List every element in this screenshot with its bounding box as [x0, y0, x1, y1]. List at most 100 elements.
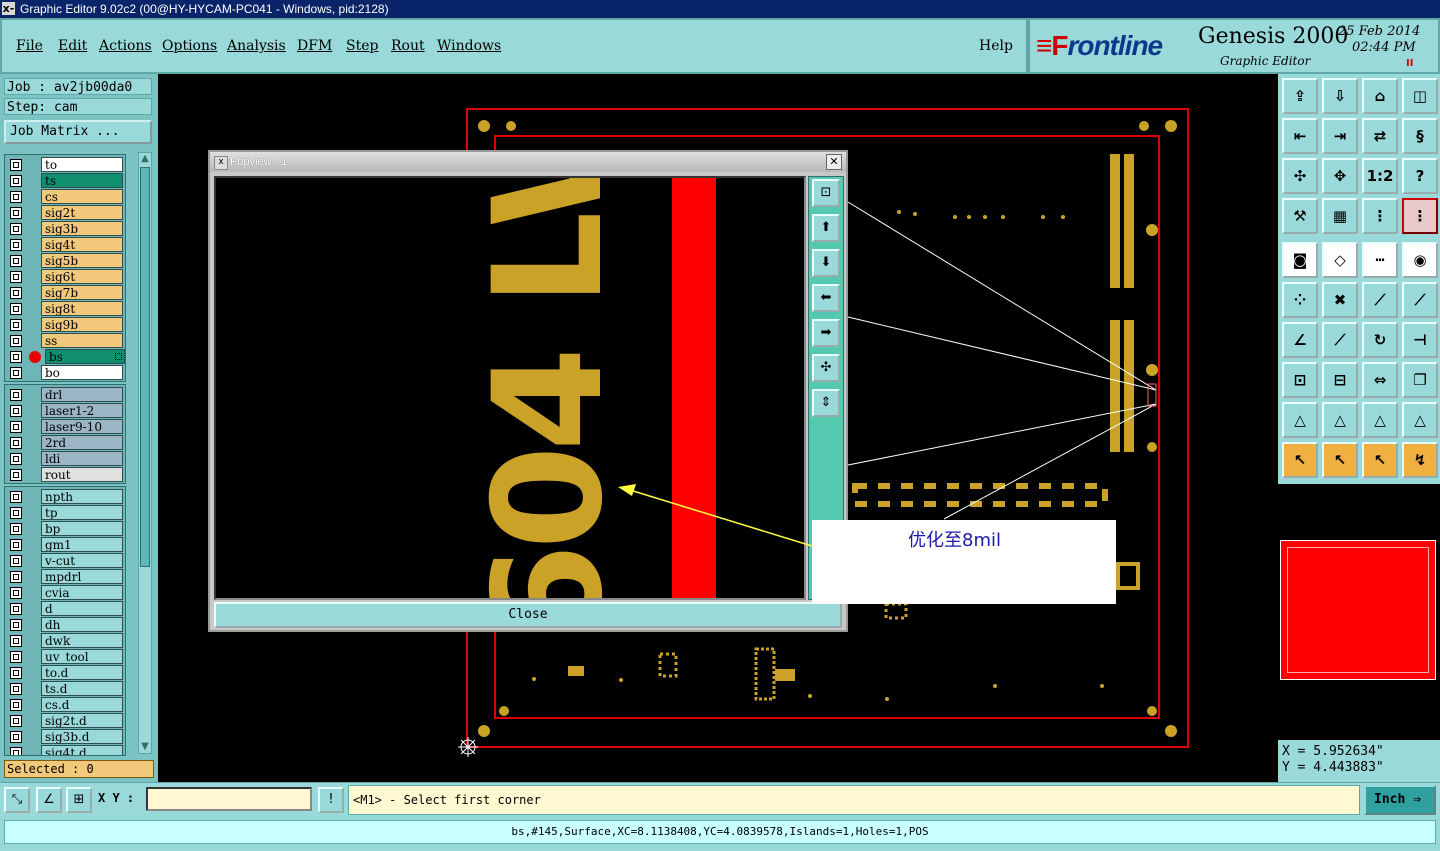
layer-checkbox[interactable]	[10, 619, 22, 631]
layer-name[interactable]: ss	[41, 333, 123, 348]
popview-window[interactable]: x Popview - 1 ✕ 604 LWA ⊡ ⬆ ⬇ ⬅ ➡ ✣ ⇕ Cl…	[208, 150, 848, 632]
delete-icon[interactable]: ✖	[1322, 282, 1358, 318]
arc-c-icon[interactable]: △	[1362, 402, 1398, 438]
layer-row-sig9b[interactable]: sig9b	[5, 317, 125, 333]
layer-checkbox[interactable]	[10, 603, 22, 615]
select-net-icon[interactable]: ↯	[1402, 442, 1438, 478]
layer-row-ts[interactable]: ts	[5, 173, 125, 189]
layer-row-laser9-10[interactable]: laser9-10	[5, 419, 125, 435]
undo-icon[interactable]: ⇤	[1282, 118, 1318, 154]
layer-checkbox[interactable]	[10, 191, 22, 203]
layer-name[interactable]: sig5b	[41, 253, 123, 268]
layer-name[interactable]: dwk	[41, 633, 123, 648]
layer-row-d[interactable]: d	[5, 601, 125, 617]
layer-name[interactable]: sig2t	[41, 205, 123, 220]
layer-row-sig6t[interactable]: sig6t	[5, 269, 125, 285]
step-icon[interactable]: §	[1402, 118, 1438, 154]
rotate-icon[interactable]: ↻	[1362, 322, 1398, 358]
scroll-thumb[interactable]	[140, 167, 150, 567]
layer-name[interactable]: v-cut	[41, 553, 123, 568]
snap-icon[interactable]: ⋮	[1362, 198, 1398, 234]
select-inside-icon[interactable]: ↖	[1362, 442, 1398, 478]
zoom-in-icon[interactable]: ✣	[812, 354, 840, 382]
layer-checkbox[interactable]	[10, 539, 22, 551]
layer-checkbox[interactable]	[10, 715, 22, 727]
scroll-up-icon[interactable]: ▲	[139, 153, 151, 165]
menu-help[interactable]: Help	[979, 38, 1013, 54]
layer-name[interactable]: to	[41, 157, 123, 172]
layer-checkbox[interactable]	[10, 699, 22, 711]
layer-row-bo[interactable]: bo	[5, 365, 125, 381]
layer-name[interactable]: ldi	[41, 451, 123, 466]
layer-checkbox[interactable]	[10, 453, 22, 465]
layer-checkbox[interactable]	[10, 367, 22, 379]
layer-row-cs.d[interactable]: cs.d	[5, 697, 125, 713]
layer-name[interactable]: laser9-10	[41, 419, 123, 434]
layer-name[interactable]: tp	[41, 505, 123, 520]
layer-row-ldi[interactable]: ldi	[5, 451, 125, 467]
cut-icon[interactable]: ⊟	[1322, 362, 1358, 398]
measure-icon[interactable]: ⤡	[4, 787, 30, 813]
layer-row-drl[interactable]: drl	[5, 387, 125, 403]
menu-windows[interactable]: Windows	[437, 38, 501, 54]
layer-row-sig2t.d[interactable]: sig2t.d	[5, 713, 125, 729]
layer-name[interactable]: sig3b.d	[41, 729, 123, 744]
flip-icon[interactable]: ⊣	[1402, 322, 1438, 358]
zoom-area-icon[interactable]: ✥	[1322, 158, 1358, 194]
layer-row-v-cut[interactable]: v-cut	[5, 553, 125, 569]
layer-checkbox[interactable]	[10, 239, 22, 251]
snap-center-icon[interactable]: ⋮	[1402, 198, 1438, 234]
menu-analysis[interactable]: Analysis	[227, 38, 286, 54]
layer-row-sig4t[interactable]: sig4t	[5, 237, 125, 253]
popview-close-button[interactable]: Close	[214, 602, 842, 628]
layer-row-sig3b[interactable]: sig3b	[5, 221, 125, 237]
layer-checkbox[interactable]	[10, 555, 22, 567]
layer-checkbox[interactable]	[10, 303, 22, 315]
layer-name[interactable]: sig6t	[41, 269, 123, 284]
connect-icon[interactable]: ⁘	[1282, 282, 1318, 318]
alert-button[interactable]: !	[318, 787, 344, 813]
layer-row-laser1-2[interactable]: laser1-2	[5, 403, 125, 419]
layer-row-sig3b.d[interactable]: sig3b.d	[5, 729, 125, 745]
layer-row-to[interactable]: to	[5, 157, 125, 173]
save-icon[interactable]: ⇩	[1322, 78, 1358, 114]
job-matrix-button[interactable]: Job Matrix ...	[4, 120, 152, 144]
help-icon[interactable]: ?	[1402, 158, 1438, 194]
scroll-down-icon[interactable]: ▼	[139, 741, 151, 753]
layer-checkbox[interactable]	[10, 683, 22, 695]
layer-name[interactable]: cs.d	[41, 697, 123, 712]
ruler-icon[interactable]: ┅	[1362, 242, 1398, 278]
layer-name[interactable]: gm1	[41, 537, 123, 552]
grid-snap-icon[interactable]: ⊞	[66, 787, 92, 813]
layer-row-tp[interactable]: tp	[5, 505, 125, 521]
arc-d-icon[interactable]: △	[1402, 402, 1438, 438]
layer-row-cvia[interactable]: cvia	[5, 585, 125, 601]
layer-checkbox[interactable]	[10, 335, 22, 347]
layer-name[interactable]: bs	[45, 349, 125, 364]
menu-file[interactable]: File	[16, 38, 43, 54]
layer-name[interactable]: sig4t	[41, 237, 123, 252]
layer-row-ts.d[interactable]: ts.d	[5, 681, 125, 697]
layer-name[interactable]: sig4t.d	[41, 745, 123, 755]
pad-icon[interactable]: ◙	[1282, 242, 1318, 278]
select-icon[interactable]: ↖	[1282, 442, 1318, 478]
edit-line-icon[interactable]: ⟋	[1322, 322, 1358, 358]
layer-name[interactable]: dh	[41, 617, 123, 632]
layer-name[interactable]: cs	[41, 189, 123, 204]
layer-name[interactable]: npth	[41, 489, 123, 504]
arc-b-icon[interactable]: △	[1322, 402, 1358, 438]
mirror-icon[interactable]: ⇄	[1362, 118, 1398, 154]
line-add-icon[interactable]: ⟋	[1362, 282, 1398, 318]
angle-tool-icon[interactable]: ∠	[1282, 322, 1318, 358]
layer-name[interactable]: sig2t.d	[41, 713, 123, 728]
layer-checkbox[interactable]	[10, 175, 22, 187]
zoom-out-icon[interactable]: ⇕	[812, 389, 840, 417]
popview-zoomed-drawing[interactable]: 604 LWA	[216, 178, 804, 598]
layer-name[interactable]: cvia	[41, 585, 123, 600]
move-icon[interactable]: ⊡	[1282, 362, 1318, 398]
layer-row-dwk[interactable]: dwk	[5, 633, 125, 649]
layer-name[interactable]: d	[41, 601, 123, 616]
layer-row-dh[interactable]: dh	[5, 617, 125, 633]
pause-icon[interactable]: II	[1406, 58, 1413, 69]
polygon-icon[interactable]: ◇	[1322, 242, 1358, 278]
